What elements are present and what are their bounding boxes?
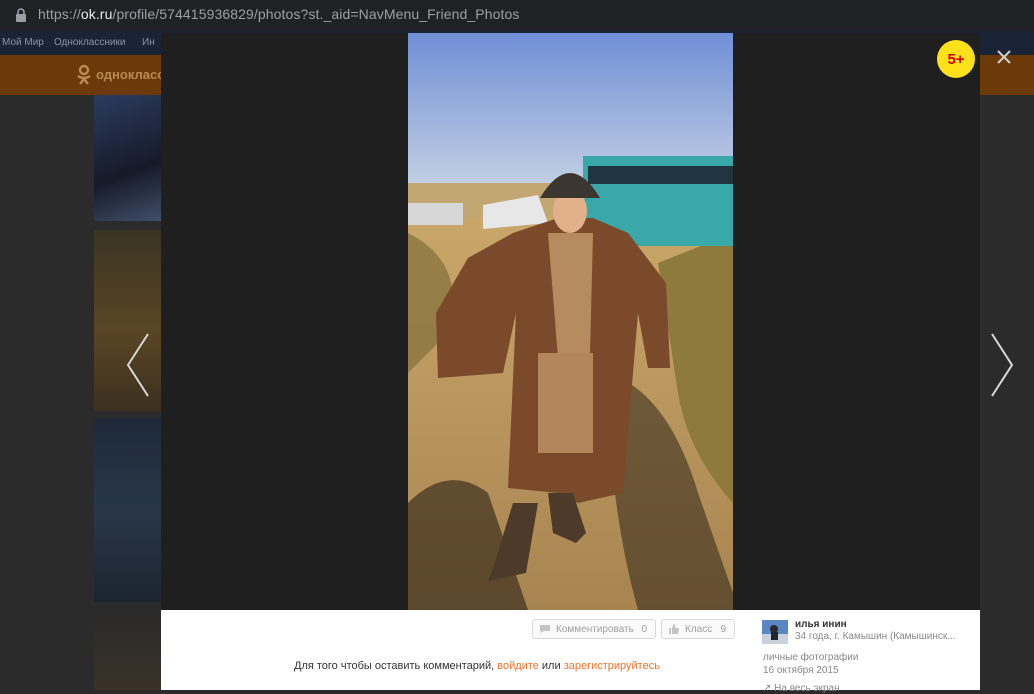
ok-logo-icon xyxy=(77,64,91,85)
comment-count: 0 xyxy=(641,623,647,635)
author-avatar[interactable] xyxy=(762,620,788,644)
fullscreen-link[interactable]: ↗ На весь экран xyxy=(763,683,840,694)
album-name[interactable]: личные фотографии xyxy=(763,652,858,663)
photo-date: 16 октября 2015 xyxy=(763,665,839,676)
photo-info-panel: Комментировать 0 Класс 9 Для того чтобы … xyxy=(161,610,980,694)
photo-viewer xyxy=(161,33,980,690)
like-button[interactable]: Класс 9 xyxy=(661,619,735,639)
like-count: 9 xyxy=(720,623,726,635)
comment-prompt-connector: или xyxy=(538,660,564,672)
age-rating-badge: 5+ xyxy=(937,40,975,78)
comment-prompt: Для того чтобы оставить комментарий, вой… xyxy=(294,660,660,672)
comment-button-label: Комментировать xyxy=(556,623,634,635)
comment-icon xyxy=(540,625,550,633)
browser-address-bar[interactable]: https://ok.ru/profile/574415936829/photo… xyxy=(0,0,1034,31)
photo-thumbnail[interactable] xyxy=(94,610,164,690)
main-photo[interactable] xyxy=(408,33,733,610)
url-text[interactable]: https://ok.ru/profile/574415936829/photo… xyxy=(38,6,520,22)
fullscreen-label: На весь экран xyxy=(774,683,840,694)
bookmark-item[interactable]: Ин xyxy=(142,37,155,48)
author-name[interactable]: илья инин xyxy=(795,619,847,630)
author-meta: 34 года, г. Камышин (Камышинск... xyxy=(795,631,956,642)
previous-photo-arrow-icon[interactable] xyxy=(122,330,154,400)
close-icon[interactable] xyxy=(994,47,1014,67)
photo-thumbnail[interactable] xyxy=(94,95,164,221)
photo-thumbnail[interactable] xyxy=(94,418,164,602)
comment-button[interactable]: Комментировать 0 xyxy=(532,619,656,639)
bookmark-item[interactable]: Мой Мир xyxy=(2,37,44,48)
login-link[interactable]: войдите xyxy=(497,660,539,672)
like-button-label: Класс xyxy=(685,623,713,635)
thumbs-up-icon xyxy=(669,624,679,634)
next-photo-arrow-icon[interactable] xyxy=(986,330,1018,400)
url-scheme: https:// xyxy=(38,6,81,22)
comment-prompt-text: Для того чтобы оставить комментарий, xyxy=(294,660,498,672)
register-link[interactable]: зарегистрируйтесь xyxy=(564,660,660,672)
url-host: ok.ru xyxy=(80,6,113,22)
url-path: /profile/574415936829/photos?st._aid=Nav… xyxy=(112,6,520,22)
bookmark-item[interactable]: Одноклассники xyxy=(54,37,125,48)
lock-icon xyxy=(16,8,26,22)
